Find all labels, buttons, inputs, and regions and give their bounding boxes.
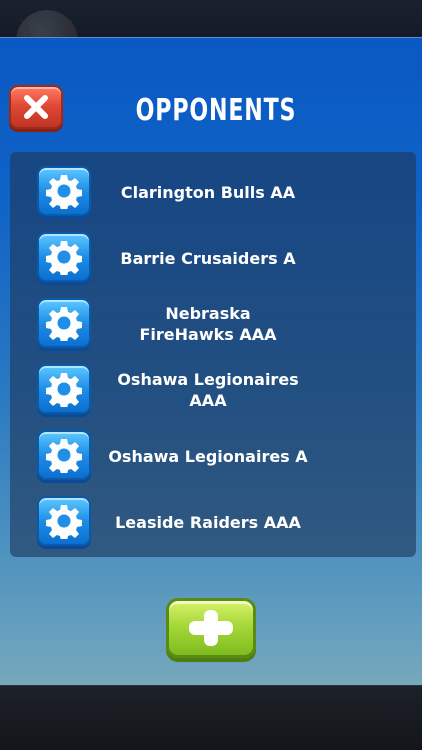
team-settings-button[interactable] xyxy=(37,232,91,282)
list-item: Oshawa Legionaires AAA xyxy=(10,360,416,420)
list-item: Nebraska FireHawks AAA xyxy=(10,294,416,354)
team-settings-button[interactable] xyxy=(37,496,91,546)
list-item: Oshawa Legionaires A xyxy=(10,426,416,486)
gear-icon xyxy=(46,373,82,407)
list-item: Clarington Bulls AA xyxy=(10,162,416,222)
gear-icon xyxy=(46,439,82,473)
team-settings-button[interactable] xyxy=(37,430,91,480)
team-name[interactable]: Oshawa Legionaires AAA xyxy=(98,360,318,420)
plus-icon xyxy=(189,610,233,646)
team-settings-button[interactable] xyxy=(37,364,91,414)
gear-icon xyxy=(46,175,82,209)
opponents-list: Clarington Bulls AA Barrie Crusaiders A xyxy=(10,152,416,557)
team-name[interactable]: Leaside Raiders AAA xyxy=(98,492,318,552)
add-opponent-button[interactable] xyxy=(166,598,256,658)
gear-icon xyxy=(46,307,82,341)
screen: OPPONENTS Clarington Bulls AA Barrie Cru… xyxy=(0,0,422,750)
gear-icon xyxy=(46,505,82,539)
team-name[interactable]: Oshawa Legionaires A xyxy=(98,426,318,486)
team-settings-button[interactable] xyxy=(37,298,91,348)
list-item: Leaside Raiders AAA xyxy=(10,492,416,552)
team-name[interactable]: Nebraska FireHawks AAA xyxy=(98,294,318,354)
bottom-bar xyxy=(0,685,422,750)
gear-icon xyxy=(46,241,82,275)
team-settings-button[interactable] xyxy=(37,166,91,216)
modal-title: OPPONENTS xyxy=(135,93,297,128)
list-item: Barrie Crusaiders A xyxy=(10,228,416,288)
team-name[interactable]: Barrie Crusaiders A xyxy=(98,228,318,288)
team-name[interactable]: Clarington Bulls AA xyxy=(98,162,318,222)
opponents-modal: OPPONENTS Clarington Bulls AA Barrie Cru… xyxy=(0,37,422,686)
